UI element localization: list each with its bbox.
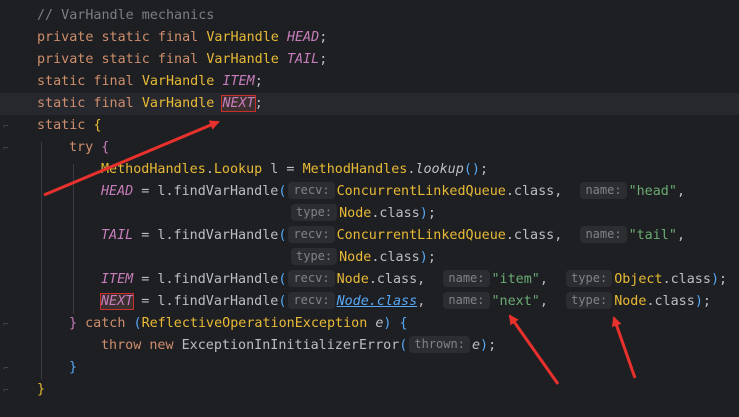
annotation-arrows xyxy=(43,120,637,385)
arrow-to-next-string xyxy=(508,314,560,385)
code-editor[interactable]: ⌐ ⌐ ⌐ ⌐ ⌐ // VarHandle mechanics private … xyxy=(0,0,739,417)
arrow-to-node-class xyxy=(611,316,637,379)
arrow-to-next-field xyxy=(43,120,220,197)
